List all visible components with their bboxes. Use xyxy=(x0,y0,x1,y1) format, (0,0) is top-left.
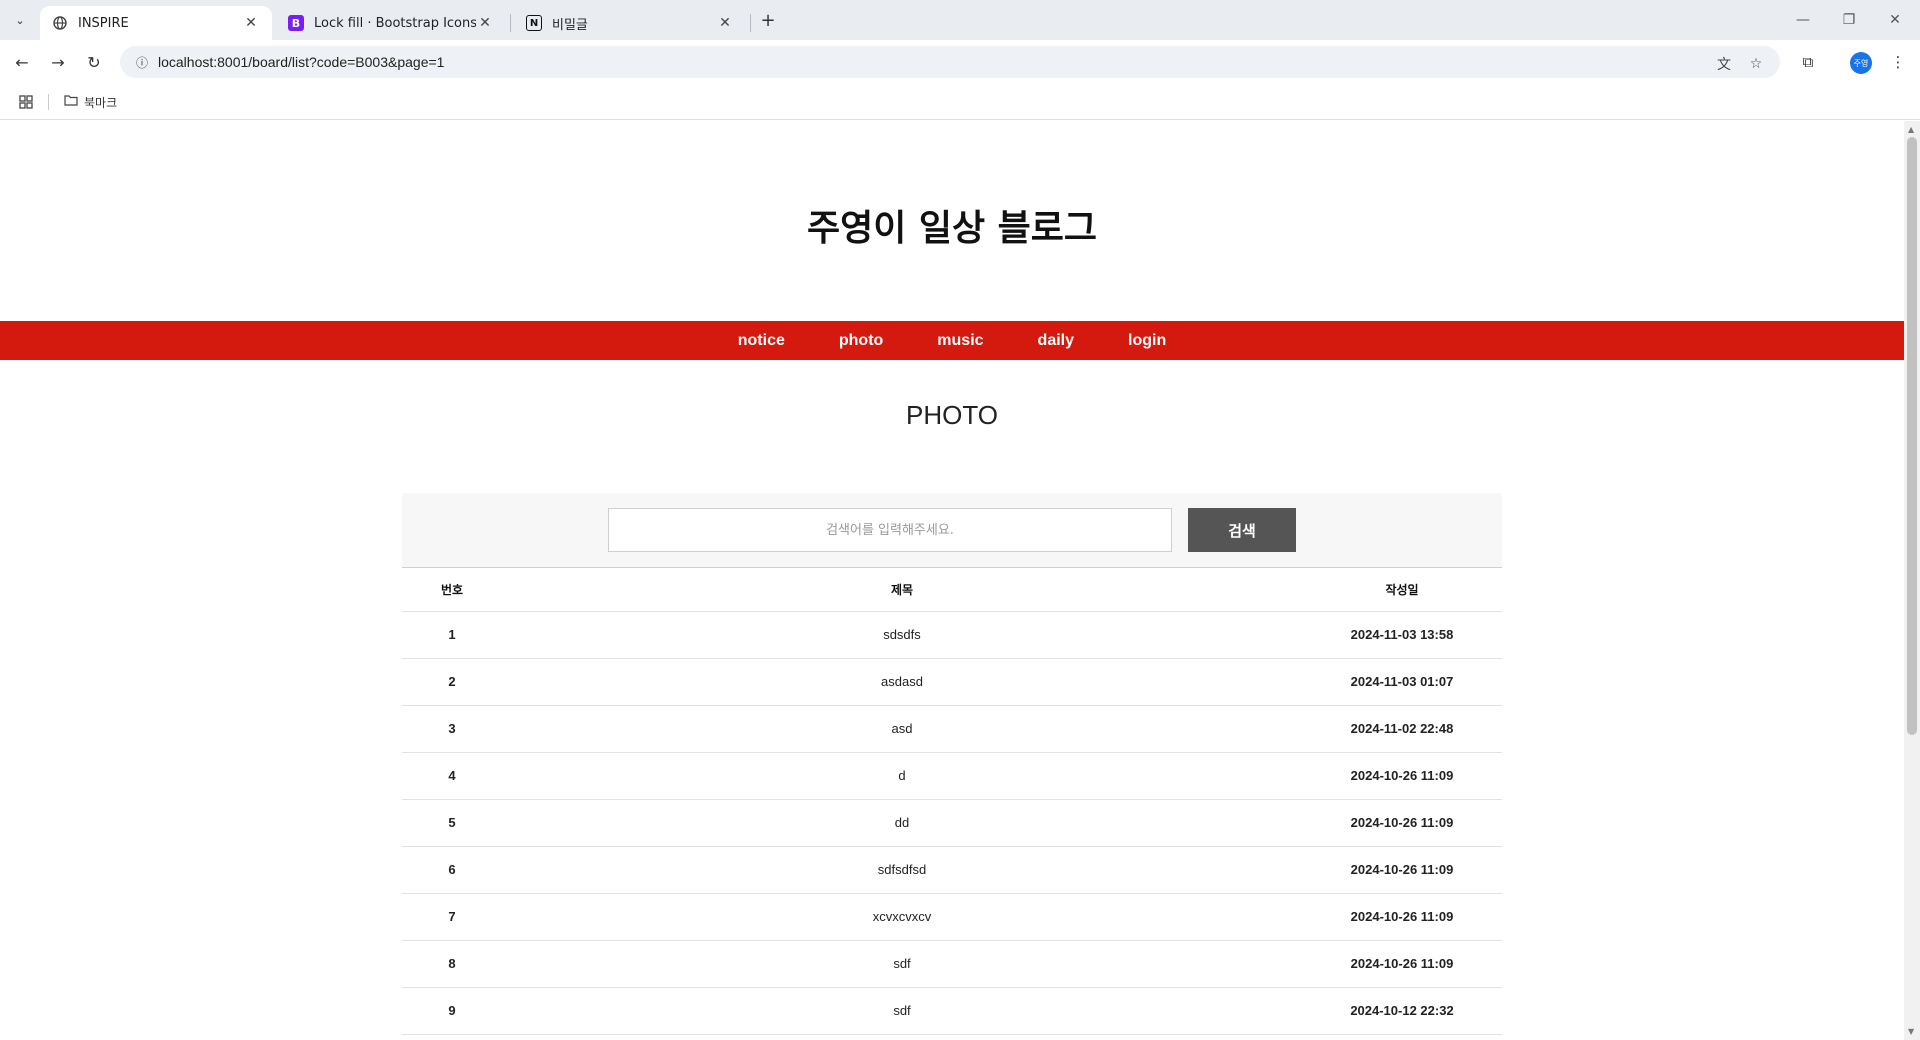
row-number: 9 xyxy=(402,987,502,1035)
bookmark-star-icon[interactable]: ☆ xyxy=(1744,52,1768,76)
tab-title: 비밀글 xyxy=(552,17,588,33)
row-date: 2024-10-12 22:32 xyxy=(1302,987,1502,1035)
tab-inspire[interactable]: INSPIRE ✕ xyxy=(40,6,272,40)
scroll-up-arrow-icon[interactable]: ▲ xyxy=(1908,125,1914,134)
search-input[interactable] xyxy=(608,508,1172,552)
row-title-link[interactable]: asd xyxy=(502,705,1302,753)
tab-separator xyxy=(510,14,511,32)
row-number: 6 xyxy=(402,846,502,894)
bookmark-folder[interactable]: 북마크 xyxy=(64,92,117,112)
table-row[interactable]: 2 asdasd 2024-11-03 01:07 xyxy=(402,658,1502,706)
browser-toolbar: ← → ↻ ⓘ localhost:8001/board/list?code=B… xyxy=(0,40,1920,84)
nav-login[interactable]: login xyxy=(1128,332,1166,350)
tab-bootstrap-icons[interactable]: B Lock fill · Bootstrap Icons ✕ xyxy=(276,6,506,40)
tab-secret-post[interactable]: N 비밀글 ✕ xyxy=(514,6,746,40)
row-date: 2024-11-03 13:58 xyxy=(1302,611,1502,659)
table-row[interactable]: 5 dd 2024-10-26 11:09 xyxy=(402,799,1502,847)
scrollbar-thumb[interactable] xyxy=(1907,137,1917,735)
search-box: 검색 xyxy=(402,493,1502,568)
apps-grid-icon[interactable] xyxy=(16,92,36,112)
row-number: 4 xyxy=(402,752,502,800)
bookmarks-bar: 북마크 xyxy=(0,84,1920,120)
row-title-link[interactable]: dd xyxy=(502,799,1302,847)
table-header-row: 번호 제목 작성일 xyxy=(402,568,1502,612)
row-number: 2 xyxy=(402,658,502,706)
row-date: 2024-10-26 11:09 xyxy=(1302,846,1502,894)
nav-notice[interactable]: notice xyxy=(738,332,785,350)
close-tab-icon[interactable]: ✕ xyxy=(476,14,494,32)
row-date: 2024-10-26 11:09 xyxy=(1302,940,1502,988)
new-tab-plus-icon[interactable]: + xyxy=(756,8,780,32)
row-number: 5 xyxy=(402,799,502,847)
row-title-link[interactable]: sdsdfs xyxy=(502,611,1302,659)
row-title-link[interactable]: d xyxy=(502,752,1302,800)
tab-strip: ⌄ INSPIRE ✕ B Lock fill · Bootstrap Icon… xyxy=(0,0,1920,40)
table-row[interactable]: 6 sdfsdfsd 2024-10-26 11:09 xyxy=(402,846,1502,894)
close-window-icon[interactable]: ✕ xyxy=(1872,6,1918,34)
menu-kebab-icon[interactable]: ⋮ xyxy=(1886,50,1910,74)
tab-separator xyxy=(750,14,751,32)
notion-icon: N xyxy=(526,15,542,31)
section-title: PHOTO xyxy=(906,400,998,430)
table-row[interactable]: 8 sdf 2024-10-26 11:09 xyxy=(402,940,1502,988)
address-bar[interactable]: ⓘ localhost:8001/board/list?code=B003&pa… xyxy=(120,46,1780,78)
blog-title[interactable]: 주영이 일상 블로그 xyxy=(0,199,1904,251)
row-title-link[interactable]: sdf xyxy=(502,940,1302,988)
scroll-down-arrow-icon[interactable]: ▼ xyxy=(1908,1027,1914,1036)
globe-icon xyxy=(52,15,68,31)
main-nav-bar: notice photo music daily login xyxy=(0,321,1904,360)
reload-icon[interactable]: ↻ xyxy=(80,48,108,76)
row-number: 7 xyxy=(402,893,502,941)
row-date: 2024-10-26 11:09 xyxy=(1302,893,1502,941)
row-title-link[interactable]: sdfsdfsd xyxy=(502,846,1302,894)
search-button[interactable]: 검색 xyxy=(1188,508,1296,552)
row-date: 2024-11-03 01:07 xyxy=(1302,658,1502,706)
board-table: 번호 제목 작성일 1 sdsdfs 2024-11-03 13:58 2 as… xyxy=(402,568,1502,1035)
close-tab-icon[interactable]: ✕ xyxy=(716,14,734,32)
table-row[interactable]: 1 sdsdfs 2024-11-03 13:58 xyxy=(402,611,1502,659)
bootstrap-icon: B xyxy=(288,15,304,31)
nav-music[interactable]: music xyxy=(937,332,983,350)
row-number: 3 xyxy=(402,705,502,753)
restore-icon[interactable]: ❐ xyxy=(1826,6,1872,34)
page-scrollbar[interactable]: ▲ ▼ xyxy=(1904,121,1920,1040)
site-info-icon[interactable]: ⓘ xyxy=(126,54,158,71)
table-row[interactable]: 7 xcvxcvxcv 2024-10-26 11:09 xyxy=(402,893,1502,941)
bookmark-folder-label: 북마크 xyxy=(84,95,118,110)
minimize-icon[interactable]: — xyxy=(1780,6,1826,34)
close-tab-icon[interactable]: ✕ xyxy=(242,14,260,32)
board-list: 검색 번호 제목 작성일 1 sdsdfs 2024-11-03 13:58 2… xyxy=(402,493,1502,1035)
profile-avatar[interactable]: 주영 xyxy=(1850,52,1872,74)
page-viewport: 주영이 일상 블로그 notice photo music daily logi… xyxy=(0,121,1904,1040)
row-title-link[interactable]: xcvxcvxcv xyxy=(502,893,1302,941)
row-number: 1 xyxy=(402,611,502,659)
tab-search-chevron-icon[interactable]: ⌄ xyxy=(8,8,32,32)
table-row[interactable]: 4 d 2024-10-26 11:09 xyxy=(402,752,1502,800)
row-title-link[interactable]: asdasd xyxy=(502,658,1302,706)
url-text[interactable]: localhost:8001/board/list?code=B003&page… xyxy=(158,54,444,70)
forward-arrow-icon[interactable]: → xyxy=(44,48,72,76)
table-row[interactable]: 9 sdf 2024-10-12 22:32 xyxy=(402,987,1502,1035)
bookmarks-separator xyxy=(48,94,49,110)
translate-icon[interactable]: 文 xyxy=(1712,52,1736,76)
row-title-link[interactable]: sdf xyxy=(502,987,1302,1035)
row-date: 2024-11-02 22:48 xyxy=(1302,705,1502,753)
back-arrow-icon[interactable]: ← xyxy=(8,48,36,76)
row-number: 8 xyxy=(402,940,502,988)
row-date: 2024-10-26 11:09 xyxy=(1302,752,1502,800)
header-date: 작성일 xyxy=(1302,568,1502,612)
extensions-puzzle-icon[interactable]: ⧉ xyxy=(1796,50,1820,74)
tab-title: INSPIRE xyxy=(78,15,129,31)
nav-photo[interactable]: photo xyxy=(839,332,883,350)
header-number: 번호 xyxy=(402,568,502,612)
tab-title: Lock fill · Bootstrap Icons xyxy=(314,15,476,31)
table-row[interactable]: 3 asd 2024-11-02 22:48 xyxy=(402,705,1502,753)
row-date: 2024-10-26 11:09 xyxy=(1302,799,1502,847)
folder-icon xyxy=(64,94,78,110)
header-title: 제목 xyxy=(502,568,1302,612)
nav-daily[interactable]: daily xyxy=(1038,332,1074,350)
